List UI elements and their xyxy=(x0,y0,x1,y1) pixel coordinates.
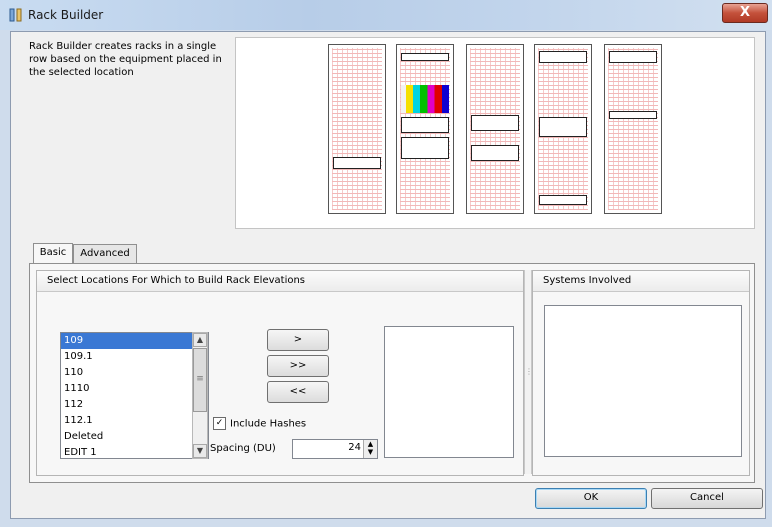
checkbox-check-icon[interactable]: ✓ xyxy=(213,417,226,430)
ok-button[interactable]: OK xyxy=(535,488,647,509)
include-hashes-checkbox[interactable]: ✓ Include Hashes xyxy=(213,417,306,430)
include-hashes-label: Include Hashes xyxy=(230,418,307,430)
selected-locations-list[interactable] xyxy=(384,326,514,458)
rack-equipment xyxy=(539,117,587,137)
rack-preview-1 xyxy=(328,44,386,214)
rack-preview-2 xyxy=(396,44,454,214)
location-item[interactable]: 112.1 xyxy=(61,413,208,429)
close-button[interactable]: X xyxy=(722,3,768,23)
scroll-thumb[interactable]: ≡ xyxy=(193,348,207,412)
location-item[interactable]: Deleted xyxy=(61,429,208,445)
basic-tab-panel: Select Locations For Which to Build Rack… xyxy=(29,263,755,483)
rack-preview-5 xyxy=(604,44,662,214)
rack-equipment xyxy=(539,51,587,63)
tab-advanced[interactable]: Advanced xyxy=(73,244,137,264)
locations-scrollbar[interactable]: ▲ ≡ ▼ xyxy=(192,332,208,459)
locations-group-title: Select Locations For Which to Build Rack… xyxy=(37,271,523,292)
rack-equipment xyxy=(401,137,449,159)
rack-equipment xyxy=(609,51,657,63)
location-item[interactable]: EDIT 1 xyxy=(61,445,208,458)
dialog-body: Rack Builder creates racks in a single r… xyxy=(10,31,766,519)
rack-equipment xyxy=(539,195,587,205)
locations-listbox[interactable]: 109 109.1 110 1110 112 112.1 Deleted EDI… xyxy=(60,332,209,459)
rack-grid xyxy=(608,48,658,210)
rack-equipment xyxy=(609,111,657,119)
add-all-button[interactable]: >> xyxy=(267,355,329,377)
scroll-down-icon[interactable]: ▼ xyxy=(193,444,207,458)
rack-equipment xyxy=(471,115,519,131)
spacing-label: Spacing (DU) xyxy=(210,443,276,454)
add-button[interactable]: > xyxy=(267,329,329,351)
location-item[interactable]: 110 xyxy=(61,365,208,381)
spacing-spinner[interactable]: 24 ▲ ▼ xyxy=(292,439,378,459)
rack-builder-window: Rack Builder X Rack Builder creates rack… xyxy=(0,0,772,527)
remove-all-button[interactable]: << xyxy=(267,381,329,403)
locations-group: Select Locations For Which to Build Rack… xyxy=(36,270,524,476)
color-bars-equipment xyxy=(401,85,449,113)
cancel-button[interactable]: Cancel xyxy=(651,488,763,509)
spacing-value: 24 xyxy=(348,442,361,453)
systems-list[interactable] xyxy=(544,305,742,457)
scroll-up-icon[interactable]: ▲ xyxy=(193,333,207,347)
systems-group-title: Systems Involved xyxy=(533,271,749,292)
location-item[interactable]: 109.1 xyxy=(61,349,208,365)
rack-equipment xyxy=(333,157,381,169)
description-text: Rack Builder creates racks in a single r… xyxy=(29,41,222,78)
tab-basic[interactable]: Basic xyxy=(33,243,73,265)
location-item[interactable]: 112 xyxy=(61,397,208,413)
rack-builder-icon xyxy=(9,8,22,22)
rack-equipment xyxy=(471,145,519,161)
spinner-arrows-icon[interactable]: ▲ ▼ xyxy=(363,440,377,458)
rack-equipment xyxy=(401,117,449,133)
rack-grid xyxy=(332,48,382,210)
rack-equipment xyxy=(401,53,449,61)
title-bar[interactable]: Rack Builder X xyxy=(0,0,772,30)
window-title: Rack Builder xyxy=(28,8,104,22)
rack-preview xyxy=(235,37,755,229)
location-item[interactable]: 109 xyxy=(61,333,208,349)
location-item[interactable]: 1110 xyxy=(61,381,208,397)
systems-group: Systems Involved xyxy=(532,270,750,476)
rack-preview-4 xyxy=(534,44,592,214)
panel-splitter[interactable]: ⋮ xyxy=(524,270,533,474)
rack-preview-3 xyxy=(466,44,524,214)
